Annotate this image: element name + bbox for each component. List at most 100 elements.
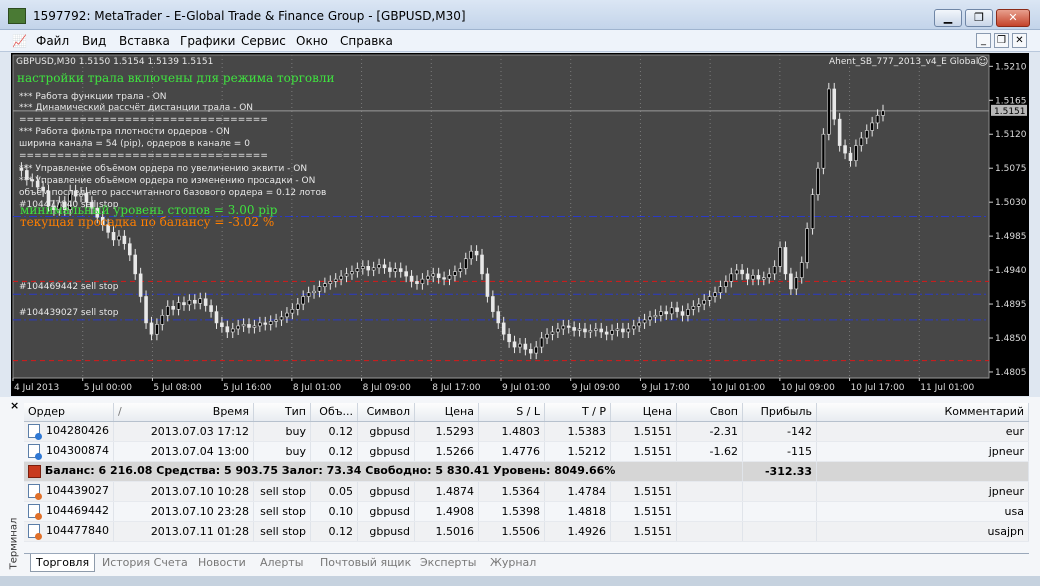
candle-body xyxy=(160,315,165,325)
overlay-separator-2: ================================= xyxy=(19,151,268,161)
tab-experts[interactable]: Эксперты xyxy=(420,556,476,569)
x-tick-label: 11 Jul 01:00 xyxy=(920,383,974,393)
order-volume-cell: 0.12 xyxy=(310,521,358,542)
candle-body xyxy=(258,322,262,327)
order-type-cell: buy xyxy=(253,421,311,442)
menu-window[interactable]: Окно xyxy=(296,34,328,48)
order-comment-cell: usa xyxy=(816,501,1029,522)
smiley-icon: ☺ xyxy=(977,55,989,68)
col-symbol[interactable]: Символ xyxy=(357,403,415,422)
order-comment-cell: usajpn xyxy=(816,521,1029,542)
candle-body xyxy=(295,303,300,310)
balance-summary-cell: Баланс: 6 216.08 Средства: 5 903.75 Зало… xyxy=(24,461,743,482)
x-tick-label: 5 Jul 08:00 xyxy=(153,383,202,393)
candle-body xyxy=(794,277,799,290)
col-time[interactable]: / Время xyxy=(113,403,254,422)
terminal-close-icon[interactable]: × xyxy=(10,399,19,412)
mdi-close-button[interactable]: ✕ xyxy=(1012,33,1027,48)
tab-alerts[interactable]: Алерты xyxy=(260,556,303,569)
candle-body xyxy=(393,268,398,272)
candle-body xyxy=(230,328,235,333)
tab-trade[interactable]: Торговля xyxy=(30,554,96,572)
price-chart[interactable]: 1.5210 1.5165 1.5120 1.5075 1.5030 1.4985 1.49… xyxy=(11,53,1029,396)
pending-order-row[interactable]: 104469442 2013.07.10 23:28 sell stop 0.1… xyxy=(24,501,1029,522)
order-symbol-cell: gbpusd xyxy=(357,501,415,522)
order-comment-cell: jpneur xyxy=(816,481,1029,502)
chart-menu-icon[interactable]: 📈 xyxy=(12,34,27,48)
candle-body xyxy=(854,145,858,161)
candle-body xyxy=(187,299,192,306)
balance-summary-text: Баланс: 6 216.08 Средства: 5 903.75 Зало… xyxy=(44,464,616,478)
col-sl[interactable]: S / L xyxy=(478,403,545,422)
menu-tools[interactable]: Сервис xyxy=(241,34,286,48)
orders-table: Ордер / Время Тип Объ... Символ Цена S / … xyxy=(24,403,1029,542)
tab-journal[interactable]: Журнал xyxy=(490,556,536,569)
candle-body xyxy=(550,331,555,335)
candle-body xyxy=(621,328,625,333)
close-button[interactable]: ✕ xyxy=(996,9,1030,27)
menu-help[interactable]: Справка xyxy=(340,34,393,48)
x-tick-label: 8 Jul 01:00 xyxy=(293,383,342,393)
col-current-price[interactable]: Цена xyxy=(610,403,677,422)
pending-order-row[interactable]: 104439027 2013.07.10 10:28 sell stop 0.0… xyxy=(24,481,1029,502)
terminal-side-text: Терминал xyxy=(8,517,20,570)
tab-mailbox[interactable]: Почтовый ящик xyxy=(320,556,411,569)
order-row[interactable]: 104300874 2013.07.04 13:00 buy 0.12 gbpu… xyxy=(24,441,1029,462)
col-volume[interactable]: Объ... xyxy=(310,403,358,422)
candle-body xyxy=(252,325,257,328)
tab-news[interactable]: Новости xyxy=(198,556,246,569)
candle-body xyxy=(691,306,696,310)
menu-charts[interactable]: Графики xyxy=(180,34,235,48)
trailing-settings-label: настройки трала включены для режима торг… xyxy=(17,71,335,85)
overlay-line-3: *** Работа фильтра плотности ордеров - O… xyxy=(19,127,230,137)
col-comment[interactable]: Комментарий xyxy=(816,403,1029,422)
menu-file[interactable]: Файл xyxy=(36,34,69,48)
y-tick-label: 1.5120 xyxy=(995,130,1027,140)
order-comment-cell: jpneur xyxy=(816,441,1029,462)
col-order[interactable]: Ордер xyxy=(24,403,114,422)
candle-body xyxy=(664,311,669,315)
pending-order-row[interactable]: 104477840 2013.07.11 01:28 sell stop 0.1… xyxy=(24,521,1029,542)
order-sl-cell: 1.5398 xyxy=(478,501,545,522)
order-id-cell: 104477840 xyxy=(24,521,114,542)
candle-body xyxy=(864,130,869,139)
candle-body xyxy=(463,258,468,269)
tab-account-history[interactable]: История Счета xyxy=(102,556,188,569)
candle-body xyxy=(615,328,620,331)
col-profit[interactable]: Прибыль xyxy=(742,403,817,422)
candle-body xyxy=(436,273,441,278)
candle-body xyxy=(149,322,154,335)
order-type-cell: buy xyxy=(253,441,311,462)
candle-body xyxy=(859,137,864,146)
candle-body xyxy=(117,235,121,241)
order-time-cell: 2013.07.03 17:12 xyxy=(113,421,254,442)
menu-insert[interactable]: Вставка xyxy=(119,34,170,48)
order-price-cell: 1.4908 xyxy=(414,501,479,522)
col-price[interactable]: Цена xyxy=(414,403,479,422)
candle-body xyxy=(539,337,544,348)
candle-body xyxy=(761,277,766,280)
terminal-side-label: Терминал xyxy=(8,518,24,578)
col-type[interactable]: Тип xyxy=(253,403,311,422)
y-tick-label: 1.4850 xyxy=(995,334,1027,344)
col-tp[interactable]: T / P xyxy=(544,403,611,422)
candle-body xyxy=(626,328,631,333)
y-tick-label: 1.5210 xyxy=(995,62,1027,72)
mdi-minimize-button[interactable]: _ xyxy=(976,33,991,48)
candle-body xyxy=(447,275,452,280)
order-current-cell: 1.5151 xyxy=(610,501,677,522)
candle-body xyxy=(388,267,392,272)
restore-button[interactable]: ❐ xyxy=(965,9,993,27)
menu-view[interactable]: Вид xyxy=(82,34,106,48)
order-profit-cell xyxy=(742,481,817,502)
col-swap[interactable]: Своп xyxy=(676,403,743,422)
candle-body xyxy=(512,341,517,348)
mdi-restore-button[interactable]: ❐ xyxy=(994,33,1009,48)
order-row[interactable]: 104280426 2013.07.03 17:12 buy 0.12 gbpu… xyxy=(24,421,1029,442)
minimize-button[interactable]: ▁ xyxy=(934,9,962,27)
candle-body xyxy=(843,145,847,154)
metatrader-app-icon xyxy=(8,8,26,24)
order-tp-cell: 1.4818 xyxy=(544,501,611,522)
order-id-cell: 104469442 xyxy=(24,501,114,522)
candle-body xyxy=(290,309,295,314)
